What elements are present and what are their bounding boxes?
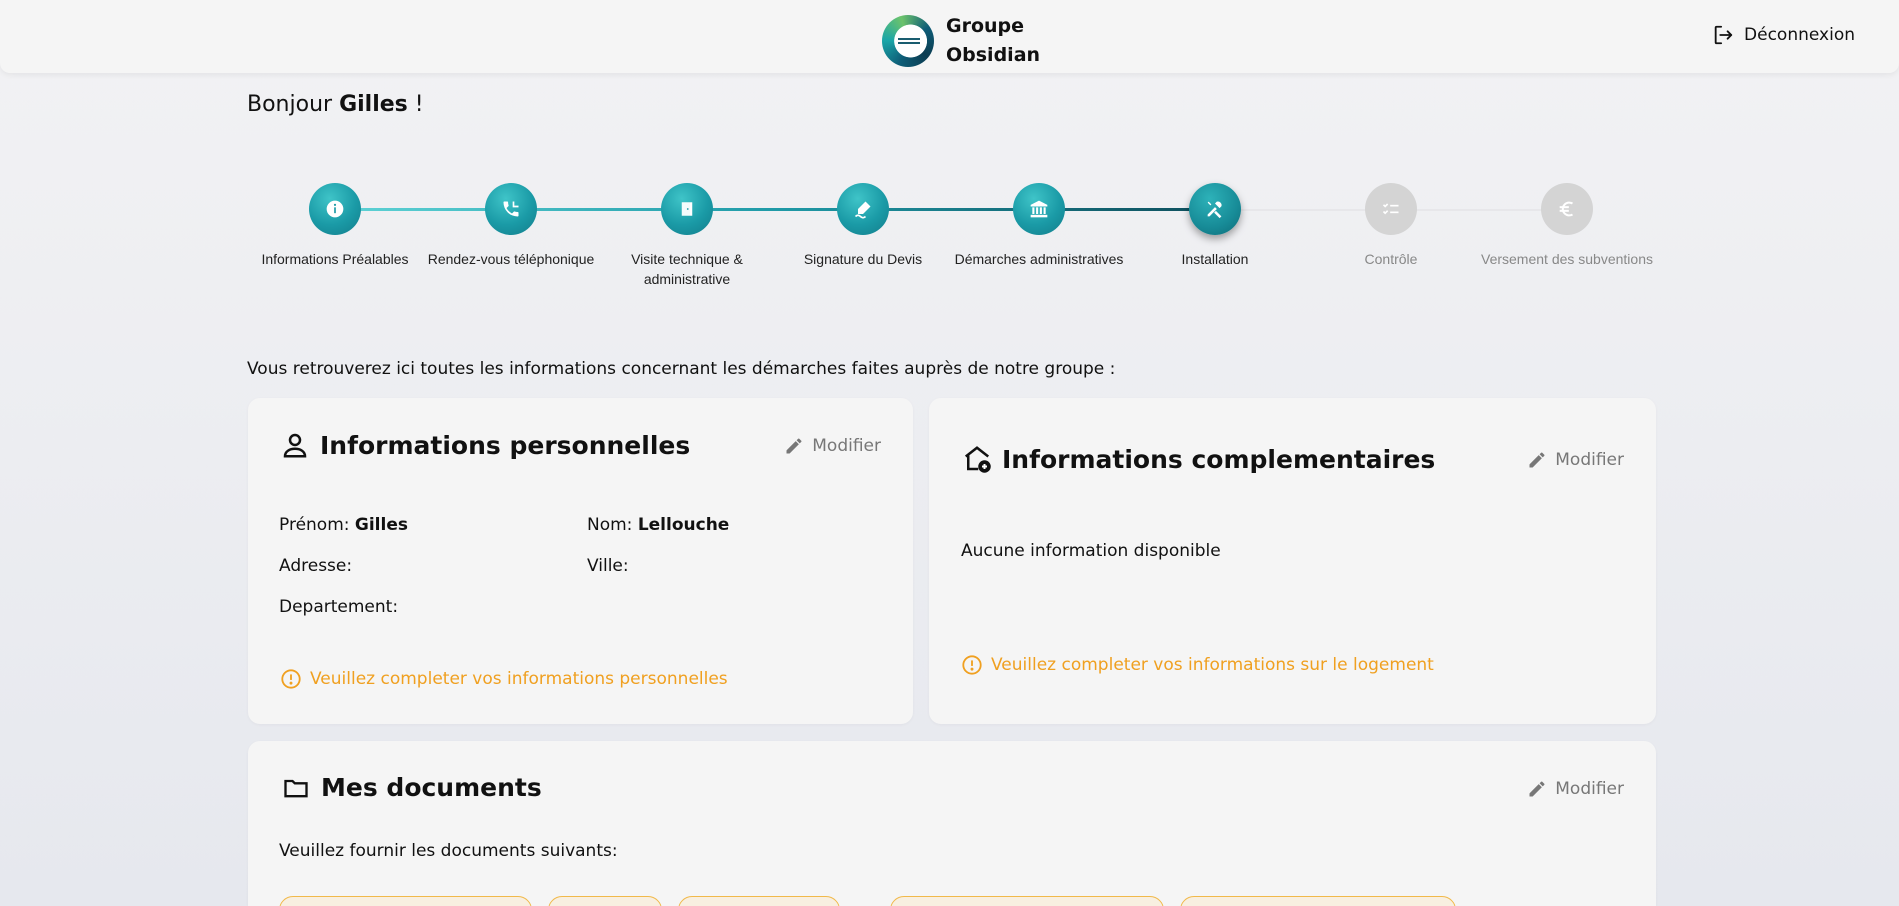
greeting-prefix: Bonjour (247, 92, 333, 117)
card-title-text: Informations personnelles (320, 430, 691, 460)
logout-button[interactable]: Déconnexion (1712, 24, 1855, 46)
document-chip[interactable] (1180, 896, 1456, 906)
complementary-info-card: Informations complementaires Modifier Au… (929, 398, 1656, 724)
lastname-label: Nom: (587, 515, 633, 535)
person-icon (283, 433, 307, 458)
documents-card: Mes documents Modifier Veuillez fournir … (248, 741, 1656, 906)
pencil-icon (786, 438, 802, 454)
logo-icon (882, 15, 934, 67)
modify-complementary-button[interactable]: Modifier (1527, 450, 1624, 470)
modify-label: Modifier (1555, 779, 1624, 799)
home-add-icon (964, 446, 991, 473)
step-versement[interactable]: Versement des subventions (1479, 183, 1655, 269)
documents-title: Mes documents (281, 773, 542, 802)
step-installation[interactable]: Installation (1127, 183, 1303, 269)
modify-label: Modifier (1555, 450, 1624, 470)
modify-personal-button[interactable]: Modifier (784, 436, 881, 456)
complementary-warning[interactable]: Veuillez completer vos informations sur … (961, 654, 1434, 676)
step-circle (485, 183, 537, 235)
step-label: Versement des subventions (1481, 251, 1653, 267)
info-icon (326, 200, 344, 218)
checklist-icon (1382, 203, 1399, 215)
step-circle (837, 183, 889, 235)
document-chip[interactable] (548, 896, 662, 906)
door-icon (681, 202, 693, 216)
intro-text: Vous retrouverez ici toutes les informat… (247, 359, 1116, 379)
step-demarches[interactable]: Démarches administratives (951, 183, 1127, 269)
bank-icon (1030, 200, 1048, 218)
step-signature-devis[interactable]: Signature du Devis (775, 183, 951, 269)
document-chip[interactable] (279, 896, 532, 906)
department-label: Departement: (279, 597, 399, 617)
phone-icon (503, 201, 519, 217)
top-header: Groupe Obsidian Déconnexion (0, 0, 1899, 73)
folder-icon (284, 779, 308, 797)
personal-info-card: Informations personnelles Modifier Préno… (248, 398, 913, 724)
pencil-icon (1529, 452, 1545, 468)
logout-icon (1714, 25, 1733, 45)
step-label: Installation (1181, 251, 1249, 267)
warning-icon (962, 655, 982, 675)
card-title-text: Informations complementaires (1002, 444, 1436, 474)
modify-documents-button[interactable]: Modifier (1527, 779, 1624, 799)
step-label: Rendez-vous téléphonique (427, 251, 595, 267)
signature-icon (854, 201, 871, 219)
firstname-value: Gilles (354, 515, 408, 535)
logout-label: Déconnexion (1744, 25, 1855, 45)
step-visite-technique[interactable]: Visite technique & administrative (599, 183, 775, 289)
personal-warning[interactable]: Veuillez completer vos informations pers… (280, 668, 728, 690)
step-circle (1541, 183, 1593, 235)
document-chip[interactable] (678, 896, 840, 906)
step-circle (1013, 183, 1065, 235)
step-informations-prealables[interactable]: Informations Préalables (247, 183, 423, 269)
step-controle[interactable]: Contrôle (1303, 183, 1479, 269)
greeting-suffix: ! (414, 92, 424, 117)
step-label: Visite technique & administrative (631, 251, 743, 287)
modify-label: Modifier (812, 436, 881, 456)
document-chip[interactable] (890, 896, 1164, 906)
tools-icon (1207, 201, 1222, 219)
brand[interactable]: Groupe Obsidian (882, 12, 1056, 70)
step-circle (1365, 183, 1417, 235)
lastname-field: Nom: Lellouche (587, 515, 729, 535)
firstname-field: Prénom: Gilles (279, 515, 408, 535)
step-label: Signature du Devis (803, 251, 923, 267)
greeting: Bonjour Gilles ! (247, 92, 424, 117)
euro-icon (1559, 201, 1574, 217)
department-field: Departement: (279, 597, 398, 617)
address-label: Adresse: (279, 556, 353, 576)
address-field: Adresse: (279, 556, 352, 576)
city-label: Ville: (587, 556, 629, 576)
progress-stepper: Informations Préalables Rendez-vous télé… (247, 183, 1655, 303)
card-title-text: Mes documents (321, 773, 542, 802)
city-field: Ville: (587, 556, 629, 576)
step-rendez-vous[interactable]: Rendez-vous téléphonique (423, 183, 599, 269)
complementary-info-title: Informations complementaires (962, 444, 1435, 474)
no-info-text: Aucune information disponible (961, 541, 1221, 561)
warning-text: Veuillez completer vos informations pers… (310, 669, 728, 689)
warning-icon (281, 669, 301, 689)
brand-name-line2: Obsidian (946, 44, 1041, 66)
brand-name: Groupe Obsidian (946, 12, 1056, 70)
documents-intro: Veuillez fournir les documents suivants: (279, 841, 618, 861)
lastname-value: Lellouche (637, 515, 730, 535)
step-circle (1189, 183, 1241, 235)
stepper-line-done (335, 208, 1215, 211)
firstname-label: Prénom: (279, 515, 350, 535)
warning-text: Veuillez completer vos informations sur … (991, 655, 1434, 675)
brand-name-line1: Groupe (946, 15, 1025, 37)
pencil-icon (1529, 781, 1545, 797)
step-label: Contrôle (1364, 251, 1418, 267)
step-circle (661, 183, 713, 235)
personal-info-title: Informations personnelles (280, 430, 690, 460)
step-label: Démarches administratives (954, 251, 1124, 267)
greeting-name: Gilles (339, 92, 408, 117)
step-circle (309, 183, 361, 235)
step-label: Informations Préalables (261, 251, 409, 267)
